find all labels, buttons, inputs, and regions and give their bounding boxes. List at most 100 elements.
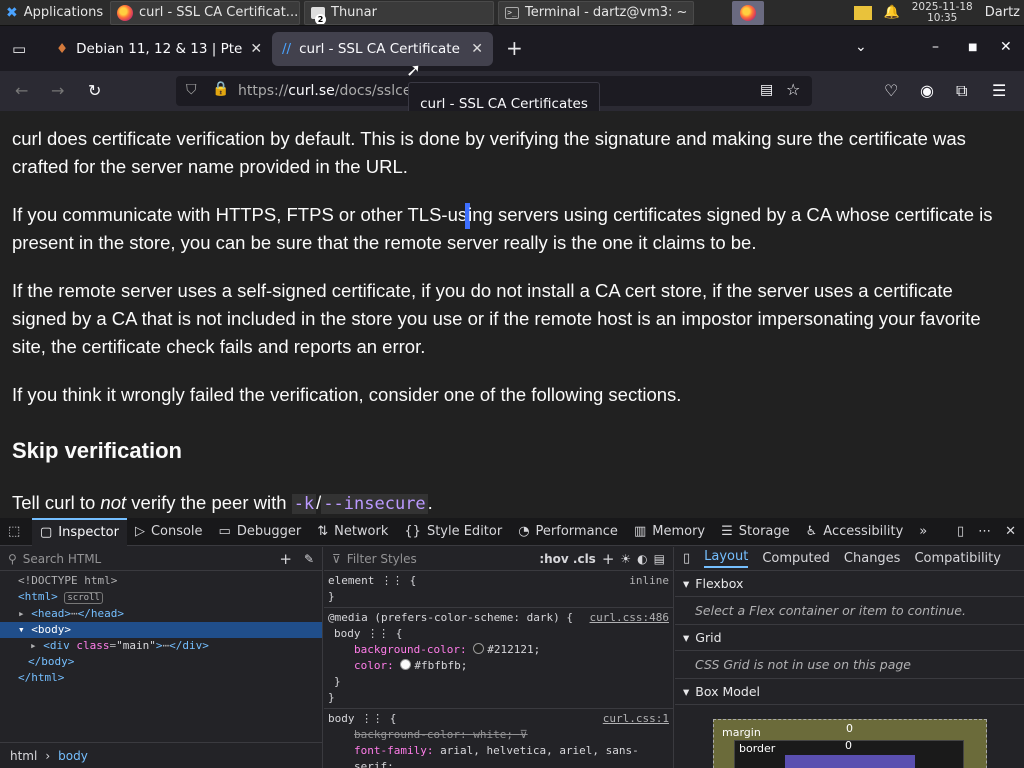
color-decl[interactable]: color: #fbfbfb;	[328, 658, 669, 674]
media-source-link[interactable]: curl.css:486	[590, 610, 669, 626]
bg-color-decl[interactable]: background-color: #212121;	[328, 642, 669, 658]
doctype-node[interactable]: <!DOCTYPE html>	[0, 573, 322, 589]
flexbox-section-header[interactable]: ▾ Flexbox	[675, 571, 1024, 597]
print-media-icon[interactable]: ▤	[654, 552, 673, 566]
breadcrumb-html[interactable]: html	[10, 749, 37, 763]
div-attr-value: "main"	[116, 639, 156, 652]
p5-end: .	[427, 492, 433, 514]
dark-mode-icon[interactable]: ◐	[637, 552, 647, 566]
hamburger-menu-icon[interactable]: ☰	[992, 81, 1006, 100]
tab-curl-close-icon[interactable]: ✕	[471, 41, 483, 57]
reader-view-icon[interactable]: ▤	[760, 82, 773, 98]
tab-curl[interactable]: // curl - SSL CA Certificate ✕	[272, 32, 493, 66]
list-tabs-chevron-down-icon[interactable]: ⌄	[855, 39, 867, 55]
account-icon[interactable]: ◉	[920, 81, 934, 100]
body-rule-2[interactable]: body ⋮⋮ {curl.css:1	[328, 711, 669, 727]
lock-icon[interactable]: 🔒	[212, 81, 229, 97]
minimize-icon[interactable]: –	[932, 39, 939, 55]
extensions-puzzle-icon[interactable]: ⧉	[956, 81, 967, 101]
grid-section-header[interactable]: ▾ Grid	[675, 625, 1024, 651]
back-arrow-icon[interactable]: ←	[15, 81, 28, 100]
tab-label: Accessibility	[823, 524, 904, 539]
devtools-tab-debugger[interactable]: ▭ Debugger	[211, 518, 310, 546]
box-border-top-value[interactable]: 0	[845, 739, 852, 752]
firefox-view-icon[interactable]: ▭	[12, 40, 26, 58]
grid-note: CSS Grid is not in use on this page	[675, 651, 1024, 679]
body-node[interactable]: ▾ <body>	[0, 622, 322, 638]
head-node[interactable]: ▸ <head>⋯</head>	[0, 606, 322, 622]
pterodactyl-favicon-icon: ♦	[56, 41, 69, 57]
sidebar-tab-changes[interactable]: Changes	[844, 551, 901, 566]
sidebar-tab-computed[interactable]: Computed	[762, 551, 830, 566]
dock-side-icon[interactable]: ▯	[957, 524, 964, 539]
devtools-tab-style-editor[interactable]: {} Style Editor	[396, 518, 510, 546]
pocket-icon[interactable]: ♡	[884, 81, 898, 100]
system-panel: ✖ Applications curl - SSL CA Certificat.…	[0, 0, 1024, 26]
html-search[interactable]: ⚲ Search HTML + ✎	[0, 547, 322, 571]
devtools-close-icon[interactable]: ✕	[1005, 524, 1016, 539]
devtools-tab-console[interactable]: ▷ Console	[127, 518, 211, 546]
scroll-badge[interactable]: scroll	[64, 592, 103, 604]
task-firefox[interactable]: curl - SSL CA Certificat...	[110, 0, 300, 25]
clock[interactable]: 2025-11-18 10:35	[912, 1, 973, 24]
notes-icon[interactable]	[853, 5, 872, 20]
shield-icon[interactable]: ⛉	[186, 82, 197, 98]
task-thunar[interactable]: 2 Thunar	[304, 0, 494, 25]
body-source-link[interactable]: curl.css:1	[603, 711, 669, 727]
filter-styles-input[interactable]: Filter Styles	[347, 552, 417, 566]
bookmark-star-icon[interactable]: ☆	[786, 80, 800, 99]
sidebar-tab-compatibility[interactable]: Compatibility	[914, 551, 1001, 566]
mouse-cursor-icon: ➚	[406, 60, 422, 81]
task-terminal[interactable]: >_ Terminal - dartz@vm3: ~	[498, 0, 694, 25]
applications-menu[interactable]: ✖ Applications	[0, 1, 110, 25]
toggle-sidebar-icon[interactable]: ▯	[683, 551, 690, 566]
eyedropper-icon[interactable]: ✎	[304, 552, 314, 566]
html-close-node[interactable]: </html>	[0, 670, 322, 686]
html-search-input[interactable]: Search HTML	[23, 552, 101, 566]
body-selector: body	[328, 712, 355, 725]
p5-emphasis: not	[100, 492, 127, 514]
color-val: #fbfbfb;	[414, 659, 468, 672]
devtools-tab-accessibility[interactable]: ♿ Accessibility	[798, 518, 912, 546]
browser-tab-bar: ▭ ♦ Debian 11, 12 & 13 | Pte ✕ // curl -…	[0, 27, 1024, 71]
add-node-plus-icon[interactable]: +	[279, 550, 292, 568]
html-node[interactable]: <html> scroll	[0, 589, 322, 606]
more-tools-chevron-icon[interactable]: »	[911, 518, 935, 546]
bell-icon[interactable]: 🔔	[884, 5, 900, 20]
maximize-icon[interactable]: ■	[968, 42, 977, 53]
add-rule-plus-icon[interactable]: +	[602, 550, 615, 568]
user-menu[interactable]: Dartz	[985, 5, 1020, 20]
devtools-tab-network[interactable]: ⇅ Network	[309, 518, 396, 546]
task-firefox-label: curl - SSL CA Certificat...	[139, 5, 299, 20]
devtools-tab-storage[interactable]: ☰ Storage	[713, 518, 798, 546]
box-margin-top-value[interactable]: 0	[846, 722, 853, 735]
element-rule[interactable]: element ⋮⋮ { inline	[328, 573, 669, 589]
sidebar-tab-layout[interactable]: Layout	[704, 549, 749, 568]
filter-icon[interactable]: ⊽	[520, 728, 528, 741]
hov-cls-toggle[interactable]: :hov .cls	[539, 552, 596, 566]
devtools-tab-performance[interactable]: ◔ Performance	[510, 518, 626, 546]
body-close-node[interactable]: </body>	[0, 654, 322, 670]
light-mode-sun-icon[interactable]: ☀	[620, 552, 631, 566]
close-window-icon[interactable]: ✕	[1000, 39, 1012, 55]
breadcrumb: html › body	[0, 742, 323, 768]
element-picker-icon[interactable]: ⬚	[0, 518, 32, 546]
devtools-tab-inspector[interactable]: ▢ Inspector	[32, 517, 127, 546]
devtools-options-icon[interactable]: ⋯	[978, 524, 991, 539]
reload-icon[interactable]: ↻	[88, 81, 101, 100]
overridden-bg-decl[interactable]: background-color: white; ⊽	[328, 727, 669, 743]
devtools-tab-memory[interactable]: ▥ Memory	[626, 518, 713, 546]
box-model-section-header[interactable]: ▾ Box Model	[675, 679, 1024, 705]
font-family-decl[interactable]: font-family: arial, helvetica, ariel, sa…	[328, 743, 669, 768]
color-swatch-icon[interactable]	[473, 643, 485, 654]
new-tab-plus-icon[interactable]: +	[506, 36, 523, 60]
breadcrumb-body[interactable]: body	[58, 749, 88, 763]
div-main-node[interactable]: ▸ <div class="main">⋯</div>	[0, 638, 322, 654]
media-rule[interactable]: @media (prefers-color-scheme: dark) {cur…	[328, 610, 669, 626]
color-swatch-icon[interactable]	[400, 659, 412, 670]
forward-arrow-icon[interactable]: →	[51, 81, 64, 100]
workspace-switcher[interactable]	[732, 0, 764, 25]
tab-debian[interactable]: ♦ Debian 11, 12 & 13 | Pte ✕	[46, 32, 268, 66]
style-editor-icon: {}	[404, 524, 421, 539]
tab-debian-close-icon[interactable]: ✕	[250, 41, 262, 57]
